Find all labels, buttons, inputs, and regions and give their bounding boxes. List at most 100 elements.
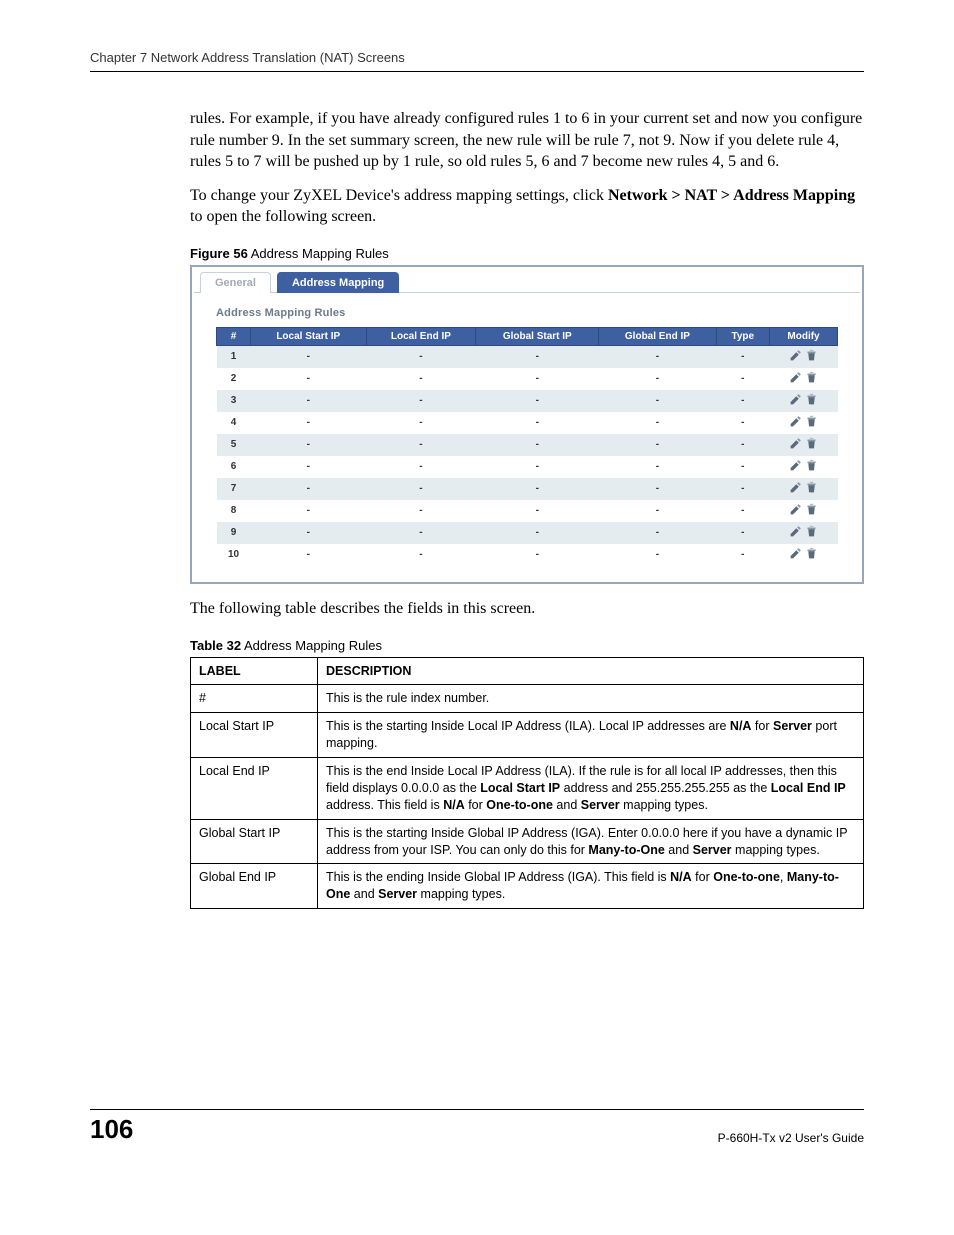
delete-icon[interactable] <box>805 503 818 519</box>
text: address and 255.255.255.255 as the <box>560 781 771 795</box>
edit-icon[interactable] <box>789 393 802 409</box>
text: to open the following screen. <box>190 208 376 225</box>
cell-modify <box>770 478 838 500</box>
cell-local-end: - <box>366 434 476 456</box>
col-index: # <box>217 327 251 345</box>
cell-global-start: - <box>476 390 599 412</box>
cell-local-start: - <box>251 368 367 390</box>
cell-local-end: - <box>366 544 476 566</box>
cell-global-start: - <box>476 544 599 566</box>
table-intro: The following table describes the fields… <box>190 598 864 620</box>
cell-local-start: - <box>251 390 367 412</box>
cell-local-start: - <box>251 544 367 566</box>
edit-icon[interactable] <box>789 547 802 563</box>
edit-icon[interactable] <box>789 349 802 365</box>
cell-modify <box>770 456 838 478</box>
row-index: 6 <box>217 456 251 478</box>
page-number: 106 <box>90 1114 133 1145</box>
bold: Server <box>581 798 620 812</box>
edit-icon[interactable] <box>789 481 802 497</box>
text: mapping types. <box>417 887 505 901</box>
delete-icon[interactable] <box>805 459 818 475</box>
edit-icon[interactable] <box>789 525 802 541</box>
cell-global-start: - <box>476 478 599 500</box>
delete-icon[interactable] <box>805 547 818 563</box>
bold: One-to-one <box>486 798 553 812</box>
cell-local-start: - <box>251 412 367 434</box>
address-mapping-screenshot: General Address Mapping Address Mapping … <box>190 265 864 584</box>
tab-general[interactable]: General <box>200 272 271 293</box>
table-row: 8----- <box>217 500 838 522</box>
address-mapping-table: # Local Start IP Local End IP Global Sta… <box>216 327 838 566</box>
edit-icon[interactable] <box>789 437 802 453</box>
row-index: 4 <box>217 412 251 434</box>
cell-global-start: - <box>476 500 599 522</box>
cell-local-end: - <box>366 522 476 544</box>
delete-icon[interactable] <box>805 415 818 431</box>
cell-modify <box>770 368 838 390</box>
delete-icon[interactable] <box>805 437 818 453</box>
cell-modify <box>770 522 838 544</box>
text: This is the ending Inside Global IP Addr… <box>326 870 670 884</box>
delete-icon[interactable] <box>805 393 818 409</box>
text: , <box>780 870 787 884</box>
cell-global-end: - <box>599 478 716 500</box>
text: for <box>465 798 487 812</box>
cell-modify <box>770 500 838 522</box>
tab-bar: General Address Mapping <box>194 269 860 293</box>
cell-type: - <box>716 544 770 566</box>
edit-icon[interactable] <box>789 459 802 475</box>
bold: Many-to-One <box>588 843 664 857</box>
bold: N/A <box>443 798 465 812</box>
cell-global-end: - <box>599 368 716 390</box>
col-local-end-ip: Local End IP <box>366 327 476 345</box>
tab-address-mapping[interactable]: Address Mapping <box>277 272 399 293</box>
cell-local-end: - <box>366 345 476 368</box>
delete-icon[interactable] <box>805 349 818 365</box>
table-row: 10----- <box>217 544 838 566</box>
header-label: LABEL <box>191 657 318 685</box>
bold: N/A <box>670 870 692 884</box>
cell-global-end: - <box>599 522 716 544</box>
desc-cell: This is the rule index number. <box>318 685 864 713</box>
row-index: 3 <box>217 390 251 412</box>
edit-icon[interactable] <box>789 371 802 387</box>
row-index: 5 <box>217 434 251 456</box>
bold: Local End IP <box>771 781 846 795</box>
guide-name: P-660H-Tx v2 User's Guide <box>718 1131 864 1145</box>
table-row: 5----- <box>217 434 838 456</box>
text: and <box>350 887 378 901</box>
label-cell: Local End IP <box>191 758 318 820</box>
desc-cell: This is the ending Inside Global IP Addr… <box>318 864 864 909</box>
paragraph-instruction: To change your ZyXEL Device's address ma… <box>190 185 864 228</box>
cell-local-end: - <box>366 390 476 412</box>
cell-type: - <box>716 456 770 478</box>
cell-type: - <box>716 478 770 500</box>
row-index: 10 <box>217 544 251 566</box>
cell-type: - <box>716 368 770 390</box>
figure-title: Address Mapping Rules <box>248 246 389 261</box>
cell-type: - <box>716 412 770 434</box>
bold: One-to-one <box>713 870 780 884</box>
desc-cell: This is the starting Inside Local IP Add… <box>318 713 864 758</box>
cell-local-start: - <box>251 345 367 368</box>
edit-icon[interactable] <box>789 503 802 519</box>
delete-icon[interactable] <box>805 525 818 541</box>
cell-global-start: - <box>476 412 599 434</box>
desc-cell: This is the end Inside Local IP Address … <box>318 758 864 820</box>
text: mapping types. <box>732 843 820 857</box>
header-description: DESCRIPTION <box>318 657 864 685</box>
cell-modify <box>770 390 838 412</box>
col-global-end-ip: Global End IP <box>599 327 716 345</box>
cell-global-end: - <box>599 412 716 434</box>
edit-icon[interactable] <box>789 415 802 431</box>
cell-modify <box>770 412 838 434</box>
table-row: 3----- <box>217 390 838 412</box>
delete-icon[interactable] <box>805 481 818 497</box>
cell-type: - <box>716 500 770 522</box>
delete-icon[interactable] <box>805 371 818 387</box>
description-table: LABEL DESCRIPTION # This is the rule ind… <box>190 657 864 910</box>
text: for <box>751 719 773 733</box>
page-footer: 106 P-660H-Tx v2 User's Guide <box>90 1109 864 1145</box>
row-index: 9 <box>217 522 251 544</box>
